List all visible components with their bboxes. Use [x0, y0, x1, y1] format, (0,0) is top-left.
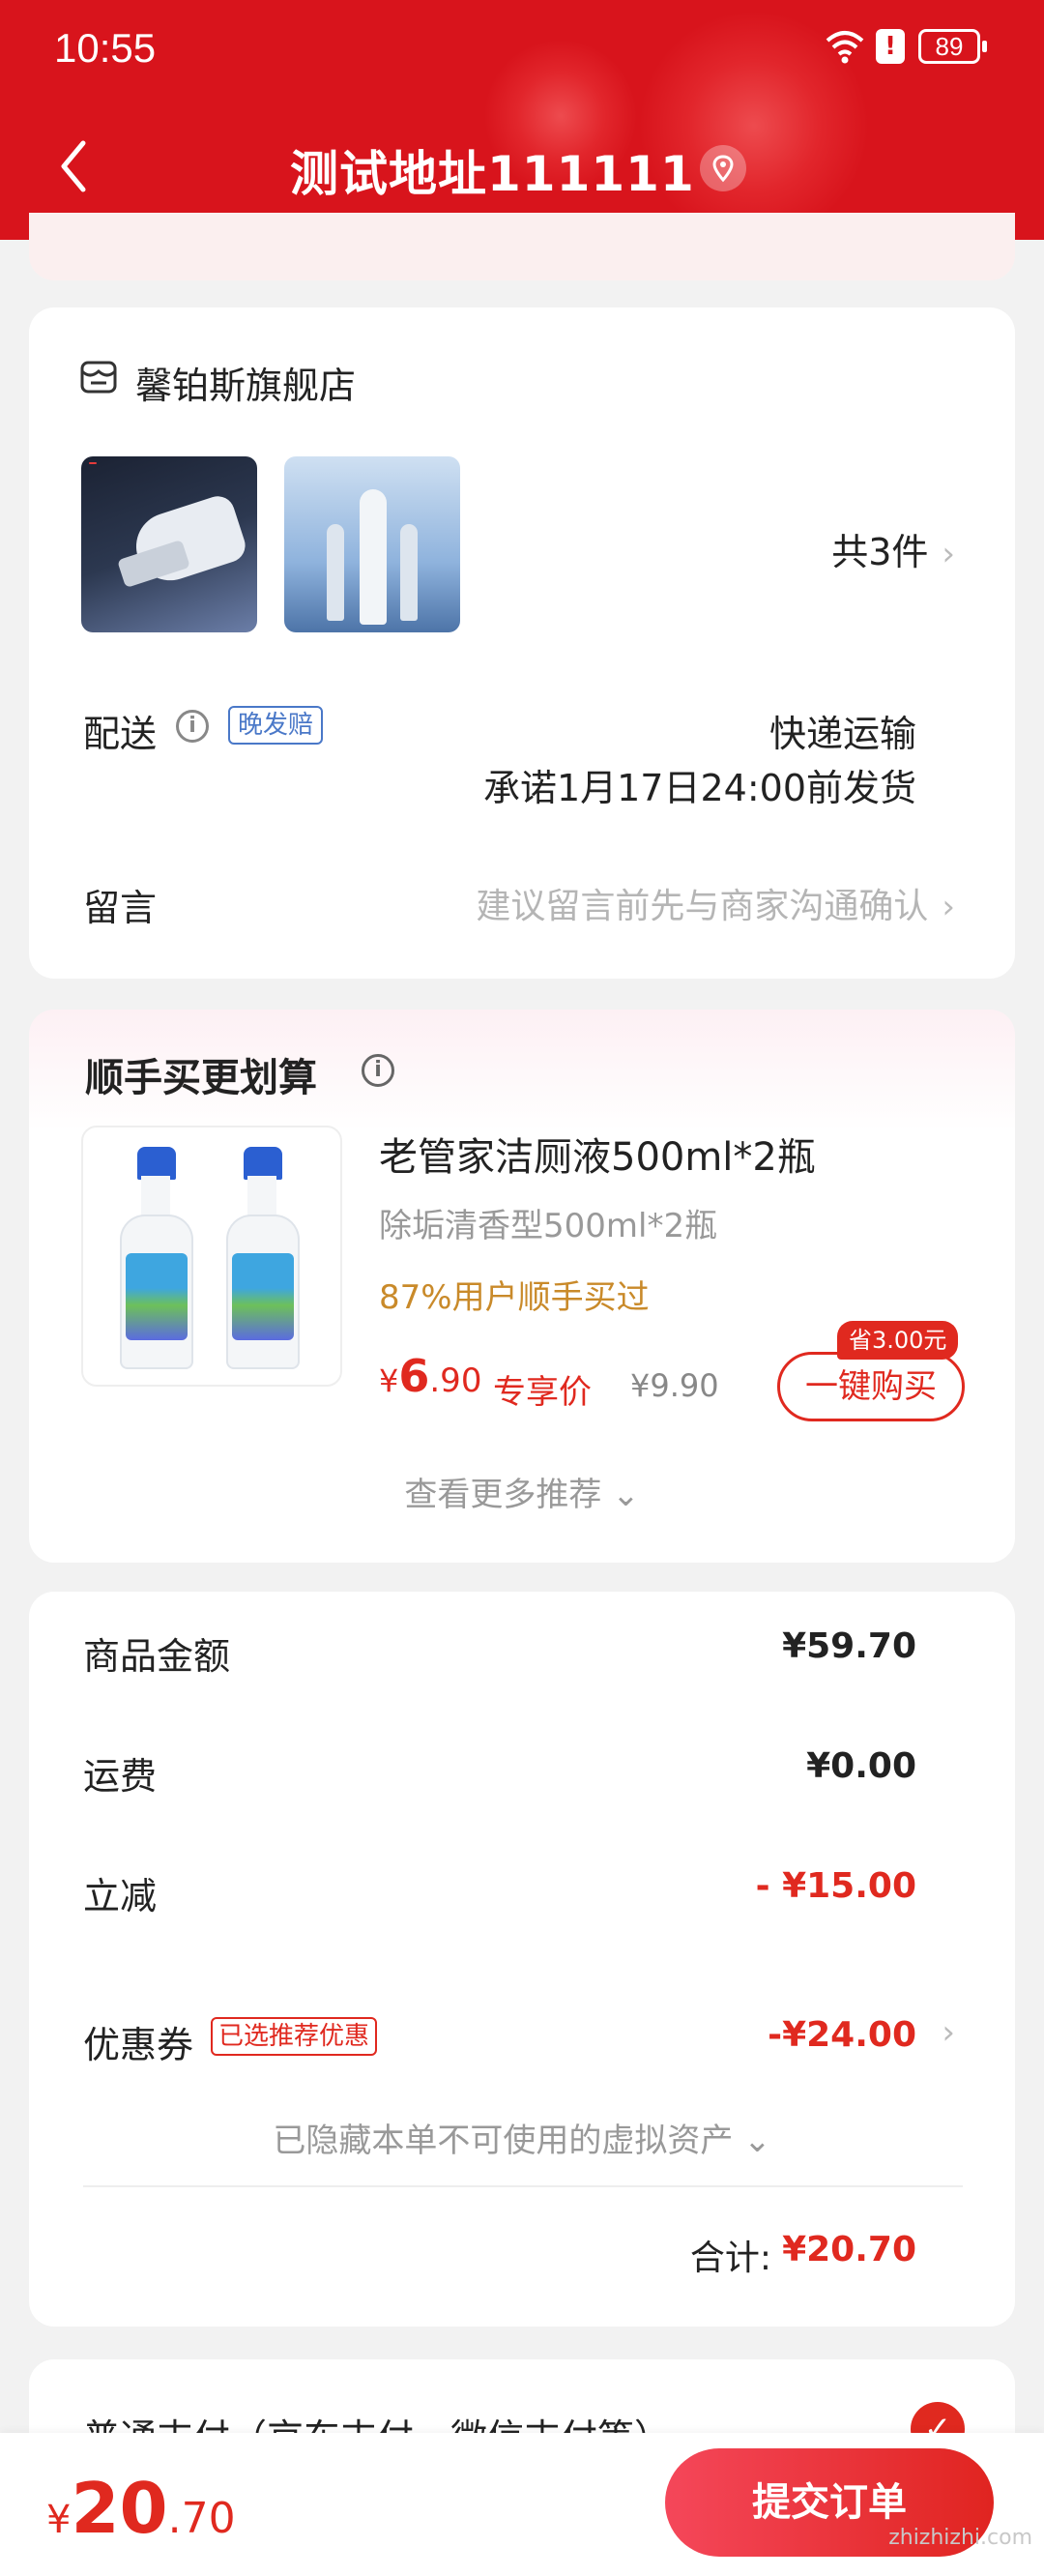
- info-icon[interactable]: i: [362, 1054, 394, 1087]
- bottle-label: [126, 1253, 188, 1340]
- goods-amount-value: ¥59.70: [782, 1626, 916, 1666]
- coupon-value[interactable]: -¥24.00: [768, 2015, 916, 2055]
- recommend-product-spec: 除垢清香型500ml*2瓶: [379, 1207, 718, 1245]
- exclusive-price-tag: 专享价: [493, 1373, 592, 1412]
- message-label: 留言: [83, 887, 158, 929]
- coupon-recommended-badge: 已选推荐优惠: [211, 2017, 378, 2056]
- bottle-label: [232, 1253, 294, 1340]
- price-decimal: .90: [429, 1361, 482, 1400]
- recommend-product-image[interactable]: [81, 1126, 342, 1387]
- message-placeholder: 建议留言前先与商家沟通确认: [476, 887, 929, 926]
- info-icon[interactable]: i: [176, 710, 209, 743]
- price-symbol: ¥: [46, 2498, 72, 2542]
- price-symbol: ¥: [379, 1362, 399, 1399]
- bottle-image: [218, 1147, 305, 1369]
- rocket-image: [360, 489, 387, 625]
- product-thumbnail[interactable]: [81, 456, 257, 632]
- discount-value: - ¥15.00: [755, 1866, 916, 1906]
- watermark: zhizhizhi.com: [888, 2526, 1032, 2550]
- discount-label: 立减: [83, 1875, 158, 1917]
- location-pin-icon[interactable]: [700, 145, 746, 191]
- price-decimal: .70: [167, 2494, 236, 2543]
- store-icon: [80, 361, 117, 394]
- total-value: ¥20.70: [782, 2230, 916, 2269]
- thumbnail-tag: [89, 462, 97, 464]
- address-card-bottom: [29, 213, 1015, 280]
- recommend-price: ¥6.90: [379, 1350, 481, 1402]
- rocket-booster-image: [327, 524, 344, 621]
- late-shipping-badge: 晚发赔: [228, 706, 324, 745]
- status-bar: 10:55 ! 89: [0, 0, 1044, 97]
- chevron-right-icon[interactable]: ›: [942, 2013, 955, 2052]
- header-bar: 10:55 ! 89 测试地址111111: [0, 0, 1044, 240]
- shipping-promise: 承诺1月17日24:00前发货: [482, 767, 916, 809]
- total-label: 合计:: [689, 2239, 771, 2278]
- freight-label: 运费: [83, 1755, 158, 1798]
- rocket-booster-image: [400, 524, 418, 621]
- clock: 10:55: [54, 25, 157, 71]
- freight-value: ¥0.00: [806, 1746, 916, 1786]
- recommend-card: 顺手买更划算 i 老管家洁厕液500ml*2瓶 除垢清香型500ml*2瓶 87…: [29, 1010, 1015, 1563]
- amount-card: 商品金额 ¥59.70 运费 ¥0.00 立减 - ¥15.00 优惠券 已选推…: [29, 1592, 1015, 2327]
- shipping-label: 配送: [83, 713, 158, 755]
- original-price: ¥9.90: [630, 1367, 719, 1404]
- bottle-image: [112, 1147, 199, 1369]
- hidden-assets-toggle[interactable]: 已隐藏本单不可使用的虚拟资产 ⌄: [29, 2114, 1015, 2161]
- store-name[interactable]: 馨铂斯旗舰店: [135, 356, 356, 409]
- price-integer: 20: [71, 2468, 168, 2549]
- item-count[interactable]: 共3件 ›: [831, 522, 955, 575]
- price-integer: 6: [398, 1350, 430, 1402]
- final-price: ¥20.70: [46, 2468, 236, 2549]
- alert-icon: !: [876, 29, 905, 64]
- battery-indicator: 89: [918, 29, 980, 64]
- store-card: 馨铂斯旗舰店 共3件 › 配送 i 晚发赔 快递运输 承诺1月17日24:00前发…: [29, 307, 1015, 979]
- product-thumbnail[interactable]: [284, 456, 460, 632]
- shipping-method[interactable]: 快递运输: [769, 704, 916, 757]
- more-recommendations-link[interactable]: 查看更多推荐 ⌄: [29, 1468, 1015, 1515]
- recommend-bought-note: 87%用户顺手买过: [379, 1278, 650, 1317]
- address-title[interactable]: 测试地址111111: [290, 135, 695, 205]
- bottle-cap: [244, 1147, 282, 1180]
- battery-tip: [982, 41, 987, 52]
- chevron-right-icon: ›: [942, 535, 955, 573]
- item-count-label: 共3件: [831, 531, 929, 573]
- goods-amount-label: 商品金额: [83, 1635, 231, 1678]
- wifi-icon: [826, 31, 864, 64]
- recommend-title: 顺手买更划算: [85, 1056, 317, 1100]
- bottom-action-bar: ¥20.70 提交订单: [0, 2433, 1044, 2576]
- one-click-buy-button[interactable]: 一键购买: [777, 1352, 965, 1421]
- coupon-label: 优惠券: [83, 2024, 194, 2066]
- message-input[interactable]: 建议留言前先与商家沟通确认 ›: [476, 878, 955, 928]
- recommend-product-name[interactable]: 老管家洁厕液500ml*2瓶: [379, 1126, 816, 1182]
- bottle-cap: [137, 1147, 176, 1180]
- chevron-right-icon: ›: [942, 888, 955, 926]
- save-amount-badge: 省3.00元: [837, 1321, 959, 1360]
- divider: [83, 2185, 963, 2187]
- back-arrow-icon[interactable]: [54, 135, 93, 197]
